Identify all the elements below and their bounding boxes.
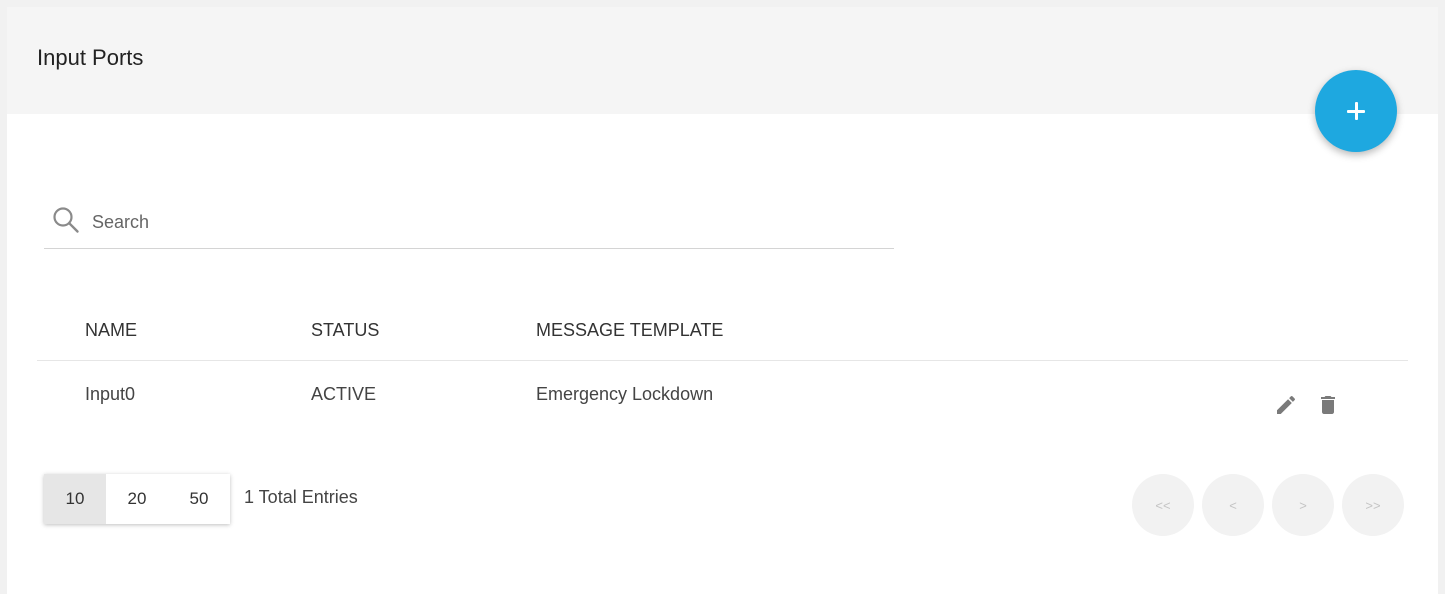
page-size-20[interactable]: 20 — [106, 474, 168, 524]
previous-page-button[interactable]: < — [1202, 474, 1264, 536]
search-bar — [44, 200, 894, 249]
plus-icon — [1347, 102, 1365, 120]
page-size-50[interactable]: 50 — [168, 474, 230, 524]
edit-button[interactable] — [1271, 390, 1301, 420]
cell-message-template: Emergency Lockdown — [536, 384, 714, 404]
column-header-message-template[interactable]: MESSAGE TEMPLATE — [536, 320, 723, 341]
input-ports-panel: Input Ports NAME STATUS MESSAGE TEMPLATE… — [7, 7, 1438, 594]
total-entries: 1 Total Entries — [244, 487, 358, 507]
trash-icon — [1321, 396, 1335, 414]
column-header-status[interactable]: STATUS — [311, 320, 379, 341]
search-input[interactable] — [92, 208, 882, 236]
panel-header: Input Ports — [7, 7, 1438, 114]
last-page-button[interactable]: >> — [1342, 474, 1404, 536]
panel-title: Input Ports — [37, 45, 144, 70]
cell-name: Input0 — [85, 384, 136, 404]
table-header-divider — [37, 360, 1408, 361]
edit-icon — [1277, 395, 1296, 414]
page-background: Input Ports NAME STATUS MESSAGE TEMPLATE… — [0, 0, 1445, 594]
next-page-button[interactable]: > — [1272, 474, 1334, 536]
page-size-selector: 10 20 50 — [44, 474, 230, 524]
add-input-port-button[interactable] — [1315, 70, 1397, 152]
delete-button[interactable] — [1313, 390, 1343, 420]
first-page-button[interactable]: << — [1132, 474, 1194, 536]
cell-status: ACTIVE — [311, 384, 377, 404]
page-size-10[interactable]: 10 — [44, 474, 106, 524]
search-icon — [53, 207, 79, 233]
column-header-name[interactable]: NAME — [85, 320, 137, 341]
